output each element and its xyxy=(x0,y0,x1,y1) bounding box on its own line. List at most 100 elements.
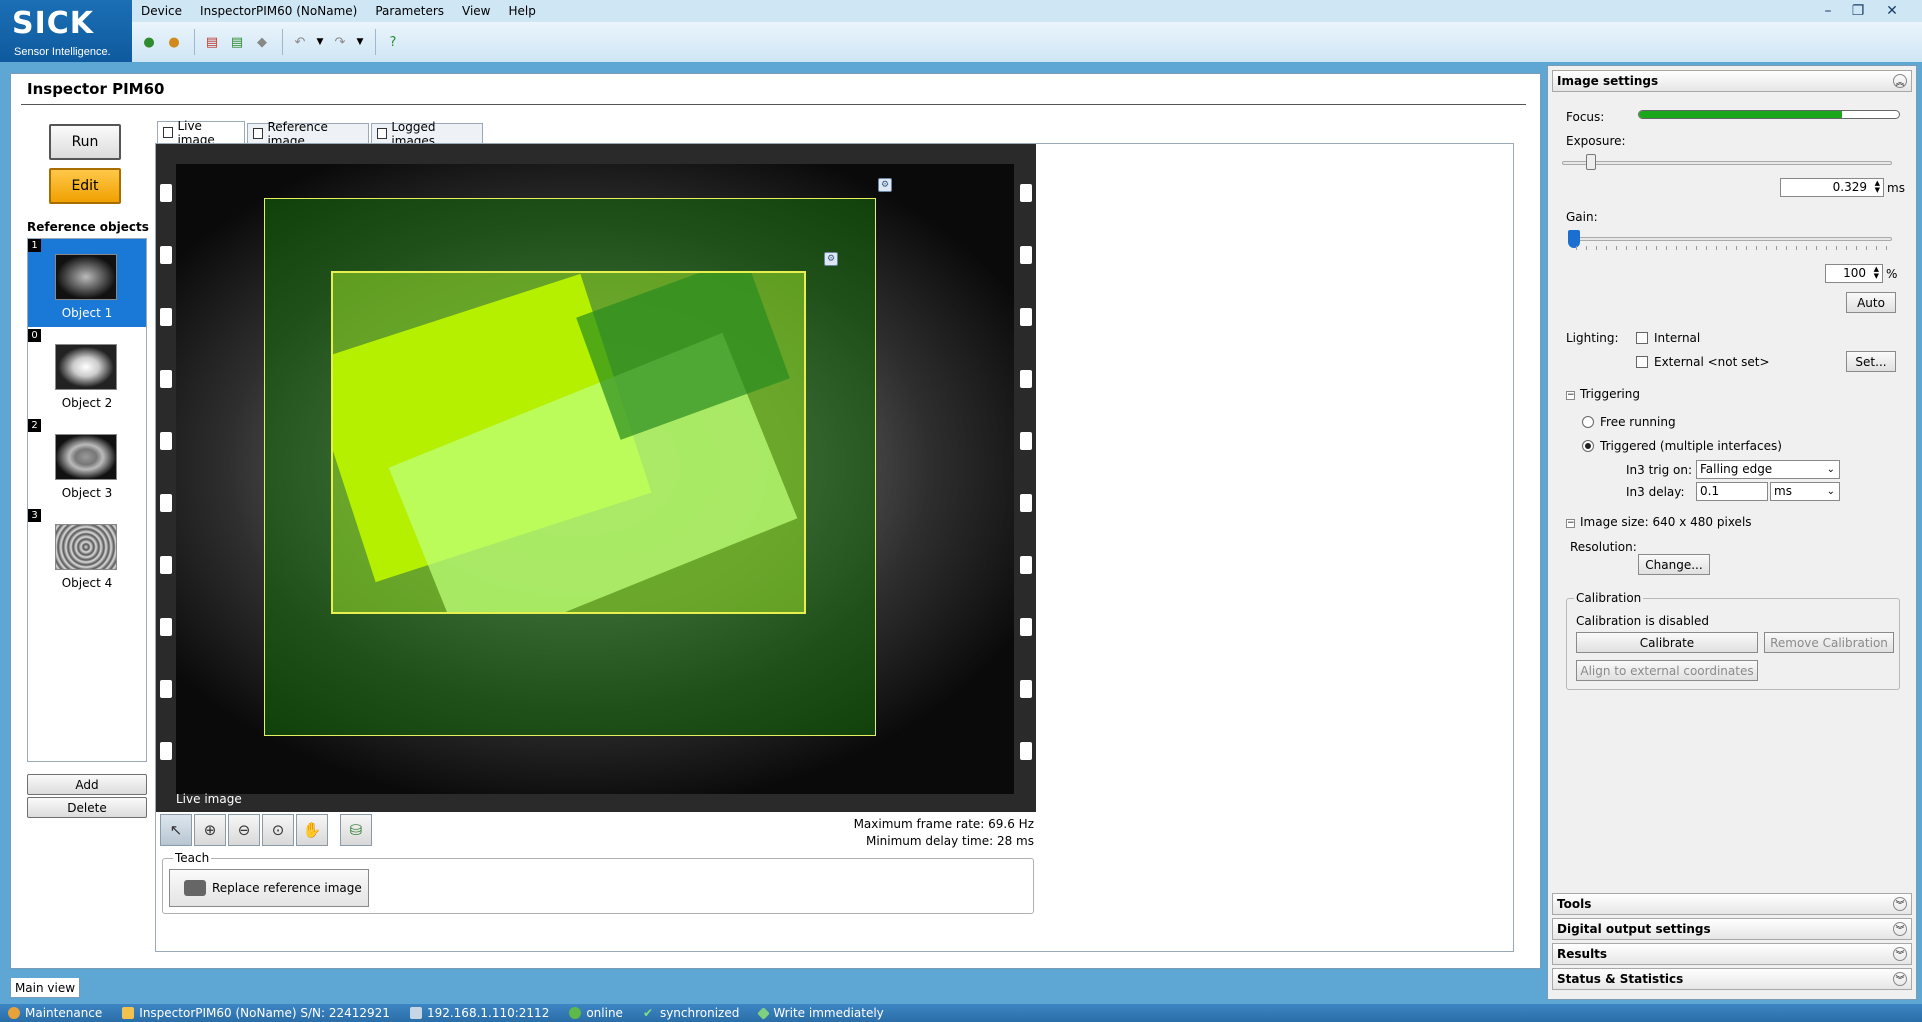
replace-reference-image-button[interactable]: Replace reference image xyxy=(169,869,369,907)
reference-object-item[interactable]: 2 Object 3 xyxy=(28,419,146,507)
status-address-text: 192.168.1.110:2112 xyxy=(426,1006,550,1020)
auto-button[interactable]: Auto xyxy=(1846,292,1896,313)
help-icon[interactable]: ? xyxy=(382,31,404,53)
film-perforation xyxy=(1020,370,1032,388)
delay-input[interactable]: 0.1 xyxy=(1696,482,1768,501)
roi-settings-icon[interactable]: ⚙ xyxy=(824,252,838,266)
free-running-radio[interactable] xyxy=(1582,416,1594,428)
undo-icon[interactable]: ↶ xyxy=(289,31,311,53)
eraser-icon[interactable]: ◆ xyxy=(251,31,273,53)
image-settings-header[interactable]: Image settings ︽ xyxy=(1552,70,1912,92)
min-delay-time: Minimum delay time: 28 ms xyxy=(865,834,1034,848)
pan-hand-icon[interactable]: ✋ xyxy=(296,814,328,846)
exposure-slider-track[interactable] xyxy=(1562,161,1892,165)
spin-arrows-icon[interactable]: ▲ ▼ xyxy=(1875,180,1880,194)
external-label: External <not set> xyxy=(1654,355,1770,369)
connect-icon[interactable]: ● xyxy=(138,31,160,53)
redo-dropdown-icon[interactable]: ▼ xyxy=(354,31,366,53)
reference-object-item[interactable]: 3 Object 4 xyxy=(28,509,146,597)
reference-object-item[interactable]: 0 Object 2 xyxy=(28,329,146,417)
digital-output-section-header[interactable]: Digital output settings ︾ xyxy=(1552,918,1912,940)
menu-device[interactable]: Device xyxy=(132,4,191,18)
trig-on-select[interactable]: Falling edge ⌄ xyxy=(1696,460,1840,479)
change-resolution-button[interactable]: Change... xyxy=(1638,554,1710,575)
checkmark-icon: ✔ xyxy=(642,1006,653,1020)
calibrate-button[interactable]: Calibrate xyxy=(1576,632,1758,653)
title-divider xyxy=(21,104,1526,105)
expand-down-icon[interactable]: ︾ xyxy=(1893,922,1907,936)
zoom-fit-icon[interactable]: ⊙ xyxy=(262,814,294,846)
external-checkbox[interactable] xyxy=(1636,356,1648,368)
database-icon[interactable]: ⛁ xyxy=(340,814,372,846)
camera-image: ⚙ ⚙ xyxy=(176,164,1014,794)
gain-slider-ticks xyxy=(1576,246,1892,250)
status-statistics-section-header[interactable]: Status & Statistics ︾ xyxy=(1552,968,1912,990)
exposure-slider-handle[interactable] xyxy=(1586,154,1596,170)
sick-logo: SICK Sensor Intelligence. xyxy=(0,0,132,62)
image-viewer[interactable]: ⚙ ⚙ Live image xyxy=(156,144,1036,812)
toolbar: ● ● ▤ ▤ ◆ ↶ ▼ ↷ ▼ ? xyxy=(132,22,1922,62)
close-button[interactable]: ✕ xyxy=(1878,0,1906,22)
run-button[interactable]: Run xyxy=(49,124,121,160)
export-icon[interactable]: ▤ xyxy=(226,31,248,53)
tab-main-view[interactable]: Main view xyxy=(10,978,80,998)
delay-unit-value: ms xyxy=(1774,484,1792,498)
restore-button[interactable]: ❐ xyxy=(1844,0,1872,22)
internal-checkbox[interactable] xyxy=(1636,332,1648,344)
image-size-collapse-icon[interactable]: − xyxy=(1566,519,1575,528)
triggering-collapse-icon[interactable]: − xyxy=(1566,391,1575,400)
status-sync-text: synchronized xyxy=(659,1006,740,1020)
add-object-button[interactable]: Add xyxy=(27,774,147,795)
reference-object-list[interactable]: 1 Object 1 0 Object 2 2 Object 3 3 Objec… xyxy=(27,238,147,762)
tab-live-image[interactable]: Live image xyxy=(157,119,245,147)
menu-view[interactable]: View xyxy=(453,4,499,18)
film-perforation xyxy=(160,556,172,574)
expand-down-icon[interactable]: ︾ xyxy=(1893,972,1907,986)
reference-object-item[interactable]: 1 Object 1 xyxy=(28,239,146,327)
exposure-spinbox[interactable]: 0.329 ▲ ▼ xyxy=(1780,178,1884,197)
redo-icon[interactable]: ↷ xyxy=(329,31,351,53)
minimize-button[interactable]: – xyxy=(1814,0,1842,22)
remove-calibration-button[interactable]: Remove Calibration xyxy=(1764,632,1894,653)
object-label: Object 2 xyxy=(61,396,113,410)
align-external-coordinates-button[interactable]: Align to external coordinates xyxy=(1576,660,1758,681)
expand-down-icon[interactable]: ︾ xyxy=(1893,947,1907,961)
expand-down-icon[interactable]: ︾ xyxy=(1893,897,1907,911)
menu-parameters[interactable]: Parameters xyxy=(366,4,453,18)
gain-slider-track[interactable] xyxy=(1572,237,1892,241)
tools-section-header[interactable]: Tools ︾ xyxy=(1552,893,1912,915)
tab-logged-images[interactable]: Logged images xyxy=(371,120,483,148)
status-write: Write immediately xyxy=(751,1006,884,1020)
status-online-text: online xyxy=(586,1006,623,1020)
set-lighting-button[interactable]: Set... xyxy=(1846,351,1896,372)
menu-bar: Device InspectorPIM60 (NoName) Parameter… xyxy=(132,0,1922,22)
film-perforation xyxy=(1020,432,1032,450)
zoom-in-icon[interactable]: ⊕ xyxy=(194,814,226,846)
object-region-roi[interactable] xyxy=(331,271,806,614)
edit-button[interactable]: Edit xyxy=(49,168,121,204)
object-thumbnail xyxy=(55,434,117,480)
film-perforation xyxy=(160,246,172,264)
tab-reference-image[interactable]: Reference image xyxy=(247,120,369,148)
menu-inspector[interactable]: InspectorPIM60 (NoName) xyxy=(191,4,366,18)
results-section-header[interactable]: Results ︾ xyxy=(1552,943,1912,965)
gain-spinbox[interactable]: 100 ▲ ▼ xyxy=(1825,264,1883,283)
collapse-up-icon[interactable]: ︽ xyxy=(1893,74,1907,88)
user-icon xyxy=(8,1007,20,1019)
object-thumbnail xyxy=(55,254,117,300)
object-thumbnail xyxy=(55,524,117,570)
spin-arrows-icon[interactable]: ▲ ▼ xyxy=(1874,266,1879,280)
triggered-radio[interactable] xyxy=(1582,440,1594,452)
delay-unit-select[interactable]: ms ⌄ xyxy=(1770,482,1840,501)
save-icon[interactable]: ▤ xyxy=(201,31,223,53)
delete-object-button[interactable]: Delete xyxy=(27,797,147,818)
menu-help[interactable]: Help xyxy=(500,4,545,18)
pointer-icon[interactable]: ↖ xyxy=(160,814,192,846)
undo-dropdown-icon[interactable]: ▼ xyxy=(314,31,326,53)
roi-settings-icon[interactable]: ⚙ xyxy=(878,178,892,192)
film-perforation xyxy=(160,308,172,326)
zoom-out-icon[interactable]: ⊖ xyxy=(228,814,260,846)
film-perforation xyxy=(1020,308,1032,326)
disconnect-icon[interactable]: ● xyxy=(163,31,185,53)
section-title: Results xyxy=(1557,947,1608,961)
